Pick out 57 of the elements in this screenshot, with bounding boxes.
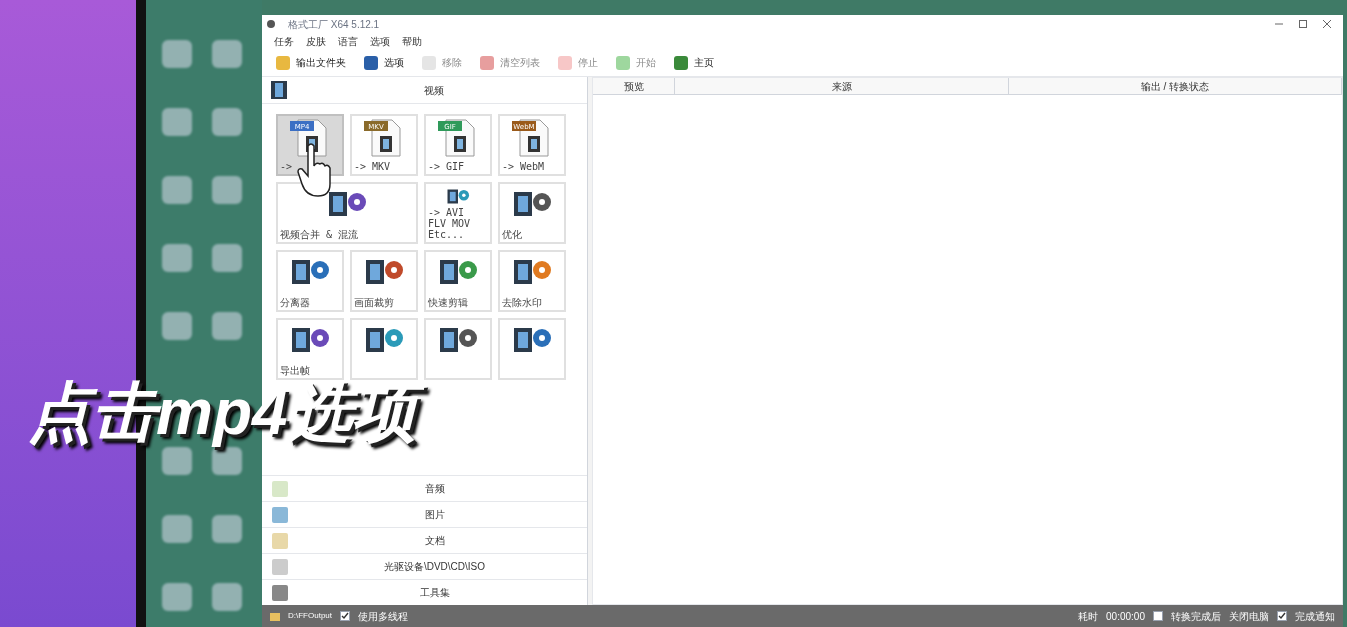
section-title: 文档 <box>423 534 446 548</box>
convert-tile[interactable]: 画面裁剪 <box>350 250 418 312</box>
elapsed-time: 00:00:00 <box>1106 609 1145 624</box>
toolbar-icon <box>362 53 380 72</box>
convert-tile[interactable]: 优化 <box>498 182 566 244</box>
folder-icon <box>270 611 280 621</box>
checkbox[interactable] <box>1153 611 1163 621</box>
category-icon <box>270 556 290 577</box>
close-icon[interactable] <box>1323 20 1331 28</box>
toolbar-button[interactable]: 选项 <box>358 53 408 72</box>
section-title: 视频 <box>422 83 445 98</box>
convert-tile[interactable]: 快速剪辑 <box>424 250 492 312</box>
section-title: 光驱设备\DVD\CD\ISO <box>382 560 487 574</box>
column-header[interactable]: 输出 / 转换状态 <box>1009 78 1342 94</box>
elapsed-label: 耗时 <box>1078 609 1099 624</box>
toolbar-icon <box>420 53 438 72</box>
film-icon <box>270 80 288 100</box>
window-title: 格式工厂 X64 5.12.1 <box>288 17 380 32</box>
toolbar-icon <box>478 53 496 72</box>
checkbox[interactable] <box>1277 611 1287 621</box>
menu-item[interactable]: 皮肤 <box>306 33 326 49</box>
output-folder-path[interactable]: D:\FFOutput <box>288 610 332 622</box>
column-header[interactable]: 预览 <box>593 78 675 94</box>
checkbox-label: 完成通知 <box>1295 609 1335 624</box>
toolbar-icon <box>556 53 574 72</box>
toolbar-icon <box>672 53 690 72</box>
section-title: 音频 <box>423 482 446 496</box>
maximize-icon[interactable] <box>1299 20 1307 28</box>
toolbar-icon <box>274 53 292 72</box>
convert-tile[interactable] <box>498 318 566 380</box>
menu-item[interactable]: 语言 <box>338 33 358 49</box>
category-icon <box>270 504 290 525</box>
minimize-icon[interactable] <box>1275 20 1283 28</box>
toolbar-button[interactable]: 主页 <box>668 53 718 72</box>
menu-item[interactable]: 选项 <box>370 33 390 49</box>
convert-tile[interactable]: -> AVI FLV MOV Etc... <box>424 182 492 244</box>
menu-item[interactable]: 任务 <box>274 33 294 49</box>
checkbox-label: 使用多线程 <box>358 609 408 624</box>
category-icon <box>270 530 290 551</box>
app-logo-icon <box>266 19 276 29</box>
toolbar-icon <box>614 53 632 72</box>
category-icon <box>270 478 290 499</box>
category-icon <box>270 582 290 603</box>
convert-tile[interactable] <box>350 318 418 380</box>
convert-tile[interactable]: 去除水印 <box>498 250 566 312</box>
convert-tile[interactable]: 视频合并 & 混流 <box>276 182 418 244</box>
shutdown-action[interactable]: 关闭电脑 <box>1229 608 1269 624</box>
toolbar-button[interactable]: 输出文件夹 <box>270 53 350 72</box>
column-header[interactable]: 来源 <box>675 78 1009 94</box>
section-title: 图片 <box>423 508 446 522</box>
convert-tile[interactable] <box>424 318 492 380</box>
section-title: 工具集 <box>418 586 451 600</box>
checkbox[interactable] <box>340 611 350 621</box>
checkbox-label: 转换完成后 <box>1171 609 1221 624</box>
convert-tile[interactable]: 分离器 <box>276 250 344 312</box>
menu-item[interactable]: 帮助 <box>402 33 422 49</box>
convert-tile[interactable]: 导出帧 <box>276 318 344 380</box>
